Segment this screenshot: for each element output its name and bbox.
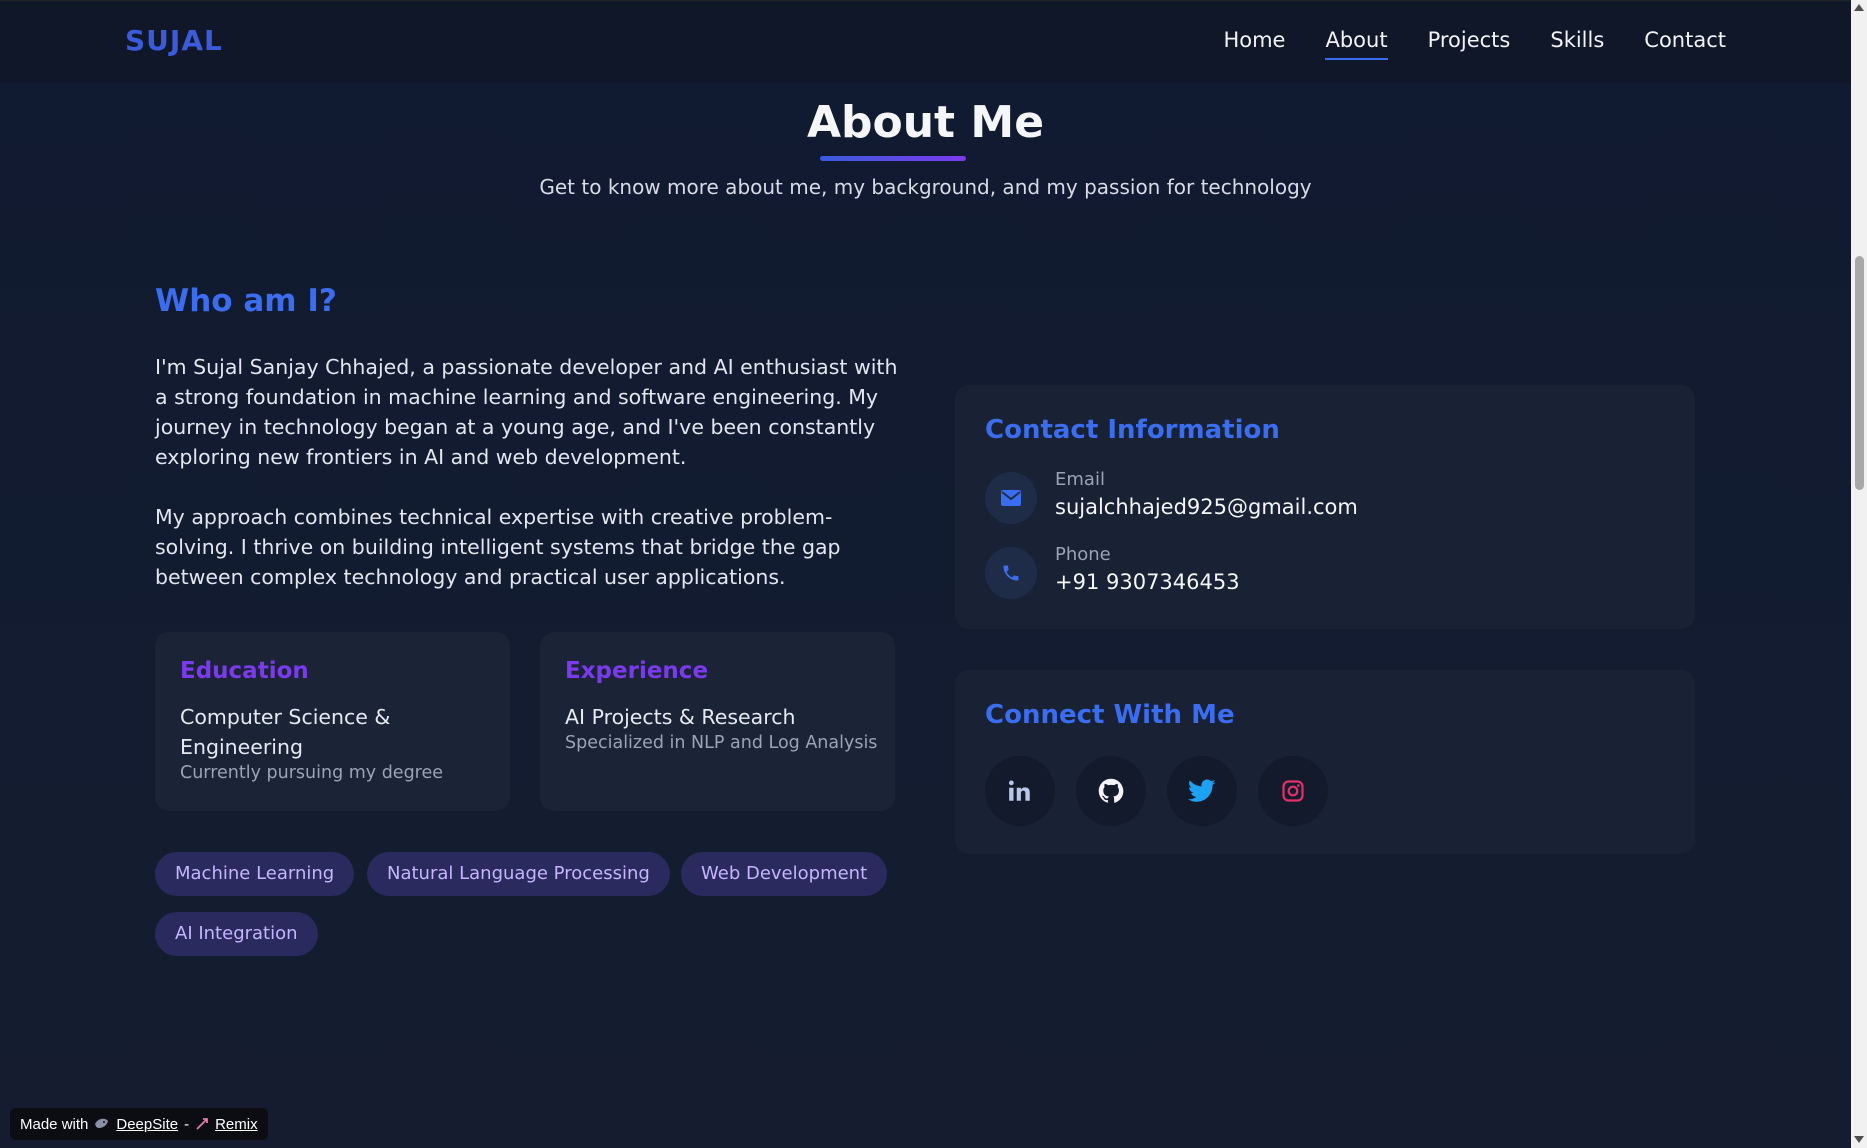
- education-status: Currently pursuing my degree: [180, 763, 444, 783]
- title-underline: [820, 156, 966, 161]
- remix-icon: [196, 1118, 208, 1130]
- email-row: Email sujalchhajed925@gmail.com: [985, 469, 1665, 539]
- instagram-link[interactable]: [1258, 756, 1328, 826]
- bio-paragraph-1: I'm Sujal Sanjay Chhajed, a passionate d…: [155, 355, 898, 469]
- contact-information-panel: Contact Information Email sujalchhajed92…: [955, 385, 1695, 629]
- linkedin-icon: [1008, 780, 1030, 801]
- email-value[interactable]: sujalchhajed925@gmail.com: [1055, 495, 1358, 519]
- nav-link-skills[interactable]: Skills: [1550, 28, 1604, 58]
- nav-link-home[interactable]: Home: [1223, 28, 1285, 58]
- connect-with-me-title: Connect With Me: [985, 700, 1235, 730]
- bio-paragraph-2: My approach combines technical expertise…: [155, 505, 841, 589]
- email-label: Email: [1055, 469, 1105, 490]
- experience-main: AI Projects & Research: [565, 705, 796, 729]
- phone-row: Phone +91 9307346453: [985, 544, 1665, 614]
- scrollbar-thumb[interactable]: [1855, 256, 1864, 490]
- deepsite-logo-icon: [95, 1118, 109, 1128]
- navbar: SUJAL Home About Projects Skills Contact: [0, 2, 1851, 83]
- made-with-label: Made with: [20, 1115, 89, 1133]
- experience-card: Experience AI Projects & Research Specia…: [540, 632, 895, 811]
- nav-link-contact[interactable]: Contact: [1644, 28, 1726, 58]
- made-with-badge: Made with DeepSite - Remix: [10, 1108, 268, 1140]
- linkedin-link[interactable]: [985, 756, 1055, 826]
- deepsite-link[interactable]: DeepSite: [116, 1116, 178, 1133]
- phone-icon: [985, 547, 1037, 599]
- instagram-icon: [1282, 780, 1304, 802]
- nav-link-about[interactable]: About: [1325, 28, 1388, 60]
- page-title: About Me: [806, 97, 1045, 148]
- phone-value[interactable]: +91 9307346453: [1055, 570, 1240, 594]
- remix-link[interactable]: Remix: [215, 1116, 258, 1133]
- contact-information-title: Contact Information: [985, 415, 1280, 445]
- nav-link-projects[interactable]: Projects: [1428, 28, 1511, 58]
- experience-detail: Specialized in NLP and Log Analysis: [565, 733, 878, 753]
- education-title: Education: [180, 658, 309, 684]
- twitter-icon: [1188, 779, 1216, 802]
- phone-label: Phone: [1055, 544, 1111, 565]
- github-icon: [1098, 778, 1124, 803]
- nav-links: Home About Projects Skills Contact: [1223, 28, 1726, 60]
- badge-separator: -: [184, 1115, 190, 1133]
- connect-with-me-panel: Connect With Me: [955, 670, 1695, 854]
- page-subtitle: Get to know more about me, my background…: [539, 175, 1312, 199]
- github-link[interactable]: [1076, 756, 1146, 826]
- envelope-icon: [985, 472, 1037, 524]
- scroll-up-arrow-icon[interactable]: [1854, 4, 1864, 11]
- twitter-link[interactable]: [1167, 756, 1237, 826]
- scrollbar[interactable]: [1851, 0, 1867, 1148]
- education-card: Education Computer Science & Engineering…: [155, 632, 510, 811]
- logo[interactable]: SUJAL: [125, 24, 223, 57]
- tag-ai-integration[interactable]: AI Integration: [155, 912, 318, 956]
- social-links: [985, 756, 1328, 826]
- tag-web-development[interactable]: Web Development: [681, 852, 888, 896]
- tag-machine-learning[interactable]: Machine Learning: [155, 852, 355, 896]
- experience-title: Experience: [565, 658, 709, 684]
- who-am-i-heading: Who am I?: [155, 283, 337, 319]
- tag-nlp[interactable]: Natural Language Processing: [367, 852, 670, 896]
- scroll-down-arrow-icon[interactable]: [1854, 1136, 1864, 1143]
- education-degree: Computer Science & Engineering: [180, 705, 391, 759]
- page: SUJAL Home About Projects Skills Contact…: [0, 0, 1851, 1148]
